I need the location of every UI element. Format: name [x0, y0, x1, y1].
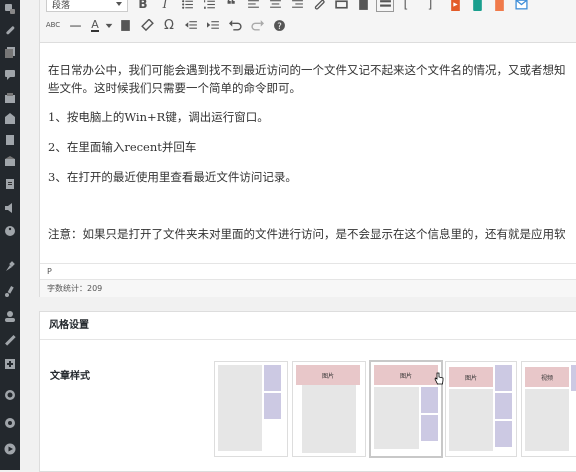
- layout-image-block: 图片: [374, 365, 438, 385]
- paragraph: 1、按电脑上的Win+R键，调出运行窗口。: [48, 110, 269, 124]
- layout-option-3[interactable]: 图片: [369, 360, 443, 458]
- paragraph: 些文件。这时候我们只需要一个简单的命令即可。: [48, 81, 301, 95]
- svg-text:?: ?: [277, 21, 282, 31]
- word-count: 字数统计：209: [40, 279, 576, 297]
- paragraph: 3、在打开的最近使用里查看最近文件访问记录。: [48, 170, 297, 184]
- brush-icon[interactable]: [3, 285, 17, 299]
- align-left-icon[interactable]: [242, 0, 264, 14]
- gear-icon[interactable]: [3, 416, 17, 430]
- blockquote-icon[interactable]: ❝: [220, 0, 242, 14]
- bracket-right-icon[interactable]: ]: [416, 0, 444, 14]
- media-icon[interactable]: [3, 133, 17, 147]
- pin-icon[interactable]: [3, 260, 17, 274]
- editor-content[interactable]: 在日常办公中，我们可能会遇到找不到最近访问的一个文件又记不起来这个文件名的情况，…: [40, 43, 576, 263]
- store-icon[interactable]: [3, 91, 17, 105]
- outdent-icon[interactable]: [180, 15, 202, 35]
- layout-image-block: 图片: [296, 365, 360, 385]
- article-style-label: 文章样式: [50, 371, 90, 382]
- code-icon[interactable]: [488, 0, 510, 14]
- panel-title: 风格设置: [40, 312, 576, 340]
- layout-content-block: [525, 389, 569, 451]
- plugin-icon[interactable]: [466, 0, 488, 14]
- collapse-icon[interactable]: [3, 388, 17, 402]
- align-center-icon[interactable]: [264, 0, 286, 14]
- layout-sidebar-block: [495, 393, 512, 419]
- layout-sidebar-block: [264, 365, 281, 391]
- layout-option-5[interactable]: 视频: [521, 361, 576, 457]
- settings-icon[interactable]: [3, 2, 17, 16]
- layout-option-1[interactable]: [214, 361, 288, 457]
- wrench-icon[interactable]: [3, 333, 17, 347]
- read-more-icon[interactable]: [352, 0, 374, 14]
- document-icon[interactable]: [3, 177, 17, 191]
- eraser-icon[interactable]: [136, 15, 158, 35]
- element-path[interactable]: P: [40, 263, 576, 279]
- layout-sidebar-block: [495, 365, 512, 391]
- paragraph: 在日常办公中，我们可能会遇到找不到最近访问的一个文件又记不起来这个文件名的情况，…: [48, 63, 566, 77]
- shop-icon-2[interactable]: [3, 154, 17, 168]
- redo-icon[interactable]: [246, 15, 268, 35]
- layout-content-block: [218, 365, 262, 451]
- admin-sidebar: [0, 0, 20, 470]
- chevron-down-icon[interactable]: [104, 15, 114, 35]
- horizontal-rule-icon[interactable]: [64, 15, 86, 35]
- style-settings-panel: 风格设置 文章样式 图片 图片 图片 视频: [39, 311, 576, 472]
- number-list-icon[interactable]: [198, 0, 220, 14]
- help-icon[interactable]: ?: [268, 15, 290, 35]
- paragraph: 2、在里面输入recent并回车: [48, 140, 197, 154]
- paste-as-text-icon[interactable]: [114, 15, 136, 35]
- layout-option-2[interactable]: 图片: [292, 361, 366, 457]
- layout-content-block: [374, 387, 419, 449]
- accessibility-icon[interactable]: [3, 224, 17, 238]
- unlink-icon[interactable]: [330, 0, 352, 14]
- strikethrough-icon[interactable]: ABC: [42, 15, 64, 35]
- media-icon[interactable]: [444, 0, 466, 14]
- layout-sidebar-block: [495, 421, 512, 447]
- layout-sidebar-block: [571, 365, 576, 391]
- bracket-left-icon[interactable]: [: [396, 0, 416, 14]
- layout-content-block: [302, 385, 356, 453]
- link-icon[interactable]: [3, 23, 17, 37]
- text-color-icon[interactable]: A: [86, 15, 104, 35]
- chevron-down-icon: [116, 2, 122, 6]
- layout-image-block: 图片: [449, 367, 493, 387]
- layout-video-block: 视频: [525, 367, 569, 387]
- omega-icon[interactable]: Ω: [158, 15, 180, 35]
- audio-icon[interactable]: [3, 201, 17, 215]
- layout-sidebar-block: [264, 393, 281, 419]
- bullet-list-icon[interactable]: [176, 0, 198, 14]
- post-editor: 段落 B I ❝ [ ] ABC A Ω ? 在日常办公中，我们可能会遇到找不到…: [39, 0, 576, 297]
- toolbar-toggle-icon[interactable]: [376, 0, 394, 12]
- link-icon[interactable]: [308, 0, 330, 14]
- undo-icon[interactable]: [224, 15, 246, 35]
- layout-sidebar-block: [421, 415, 438, 441]
- user-icon[interactable]: [3, 309, 17, 323]
- bold-button[interactable]: B: [132, 0, 154, 14]
- align-right-icon[interactable]: [286, 0, 308, 14]
- indent-icon[interactable]: [202, 15, 224, 35]
- paragraph: 注意：如果只是打开了文件夹未对里面的文件进行访问，是不会显示在这个信息里的，还有…: [48, 227, 566, 241]
- pages-icon[interactable]: [3, 45, 17, 59]
- editor-toolbar: 段落 B I ❝ [ ] ABC A Ω ?: [40, 0, 576, 43]
- comments-icon[interactable]: [3, 68, 17, 82]
- format-select-value: 段落: [52, 0, 71, 11]
- layout-sidebar-block: [421, 387, 438, 413]
- plus-icon[interactable]: [3, 357, 17, 371]
- layout-content-block: [449, 389, 493, 451]
- mail-icon[interactable]: [510, 0, 532, 14]
- layout-option-4[interactable]: 图片: [445, 361, 517, 457]
- shop-icon[interactable]: [3, 112, 17, 126]
- italic-button[interactable]: I: [154, 0, 176, 14]
- format-select[interactable]: 段落: [46, 0, 128, 12]
- hand-cursor-icon: [434, 372, 444, 385]
- play-icon[interactable]: [3, 442, 17, 456]
